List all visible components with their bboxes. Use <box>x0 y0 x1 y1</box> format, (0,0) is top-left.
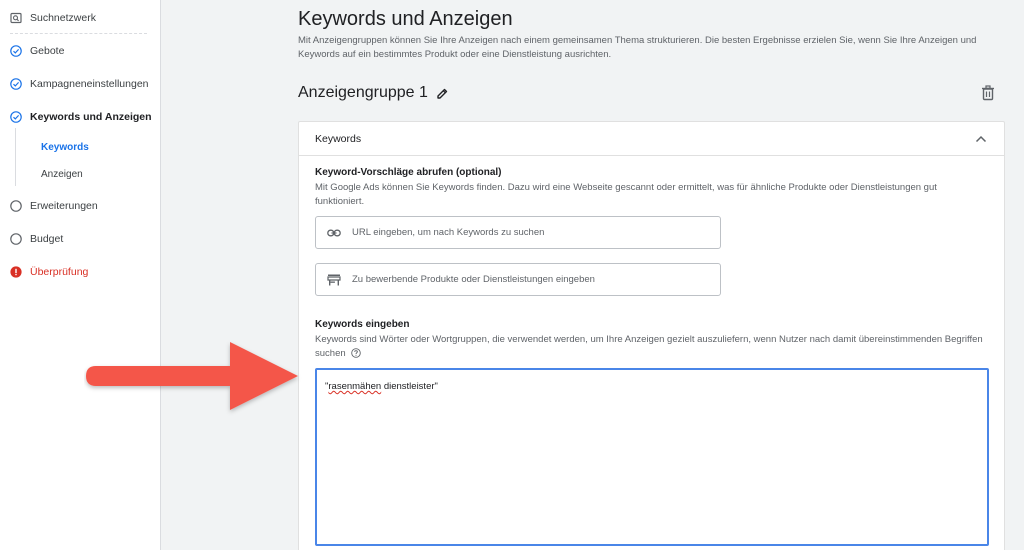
sidebar-item-budget[interactable]: Budget <box>10 231 63 247</box>
link-icon <box>327 226 341 240</box>
empty-circle-icon <box>10 200 22 212</box>
sidebar-item-label: Erweiterungen <box>30 200 98 212</box>
suggestions-title: Keyword-Vorschläge abrufen (optional) <box>315 167 502 178</box>
keywords-title: Keywords eingeben <box>315 319 410 330</box>
sidebar-subitem-anzeigen[interactable]: Anzeigen <box>41 169 83 180</box>
tree-line <box>15 128 16 186</box>
keywords-card: Keywords Keyword-Vorschläge abrufen (opt… <box>298 121 1005 550</box>
sidebar-item-kampagneneinstellungen[interactable]: Kampagneneinstellungen <box>10 76 149 92</box>
page-description: Mit Anzeigengruppen können Sie Ihre Anze… <box>298 35 977 60</box>
sidebar-item-label: Budget <box>30 233 64 245</box>
products-input-placeholder: Zu bewerbende Produkte oder Dienstleistu… <box>352 274 595 285</box>
search-network-icon <box>10 12 22 24</box>
sidebar-item-label: Suchnetzwerk <box>30 12 96 24</box>
url-input-placeholder: URL eingeben, um nach Keywords zu suchen <box>352 227 545 238</box>
products-input[interactable]: Zu bewerbende Produkte oder Dienstleistu… <box>315 263 721 296</box>
keywords-description-text: Keywords sind Wörter oder Wortgruppen, d… <box>315 334 983 359</box>
card-title: Keywords <box>315 132 362 145</box>
error-circle-icon <box>10 266 22 278</box>
misspelled-word: rasenmähen <box>328 381 382 392</box>
keywords-textarea[interactable]: "rasenmähen dienstleister" <box>315 368 989 546</box>
card-header[interactable]: Keywords <box>299 122 1004 156</box>
sidebar: Suchnetzwerk Gebote Kampagneneinstellung… <box>0 0 161 550</box>
divider <box>10 33 147 34</box>
sidebar-subitem-keywords[interactable]: Keywords <box>41 142 89 153</box>
help-icon[interactable] <box>351 348 362 359</box>
keywords-description: Keywords sind Wörter oder Wortgruppen, d… <box>315 333 985 361</box>
sidebar-item-keywords-und-anzeigen[interactable]: Keywords und Anzeigen <box>10 109 152 125</box>
ad-group-title: Anzeigengruppe 1 <box>298 84 449 102</box>
annotation-arrow <box>84 338 304 418</box>
sidebar-item-label: Kampagneneinstellungen <box>30 78 149 90</box>
pencil-icon[interactable] <box>436 87 449 100</box>
url-input[interactable]: URL eingeben, um nach Keywords zu suchen <box>315 216 721 249</box>
sidebar-item-erweiterungen[interactable]: Erweiterungen <box>10 198 98 214</box>
empty-circle-icon <box>10 233 22 245</box>
sidebar-item-suchnetzwerk[interactable]: Suchnetzwerk <box>10 10 96 26</box>
main-content: Keywords und Anzeigen Mit Anzeigengruppe… <box>161 0 1024 550</box>
trash-icon[interactable] <box>981 85 995 101</box>
sidebar-item-ueberpruefung[interactable]: Überprüfung <box>10 264 88 280</box>
sidebar-item-label: Keywords und Anzeigen <box>30 111 152 123</box>
ad-group-name: Anzeigengruppe 1 <box>298 84 428 101</box>
sidebar-item-label: Überprüfung <box>30 266 89 278</box>
check-circle-icon <box>10 45 22 57</box>
chevron-up-icon[interactable] <box>974 132 988 146</box>
page-title: Keywords und Anzeigen <box>298 8 513 30</box>
keyword-rest: dienstleister" <box>381 381 438 392</box>
store-icon <box>327 273 341 287</box>
check-circle-icon <box>10 78 22 90</box>
check-circle-icon <box>10 111 22 123</box>
sidebar-item-gebote[interactable]: Gebote <box>10 43 64 59</box>
suggestions-description: Mit Google Ads können Sie Keywords finde… <box>315 182 937 207</box>
keywords-textarea-value: "rasenmähen dienstleister" <box>325 381 438 392</box>
sidebar-item-label: Gebote <box>30 45 65 57</box>
